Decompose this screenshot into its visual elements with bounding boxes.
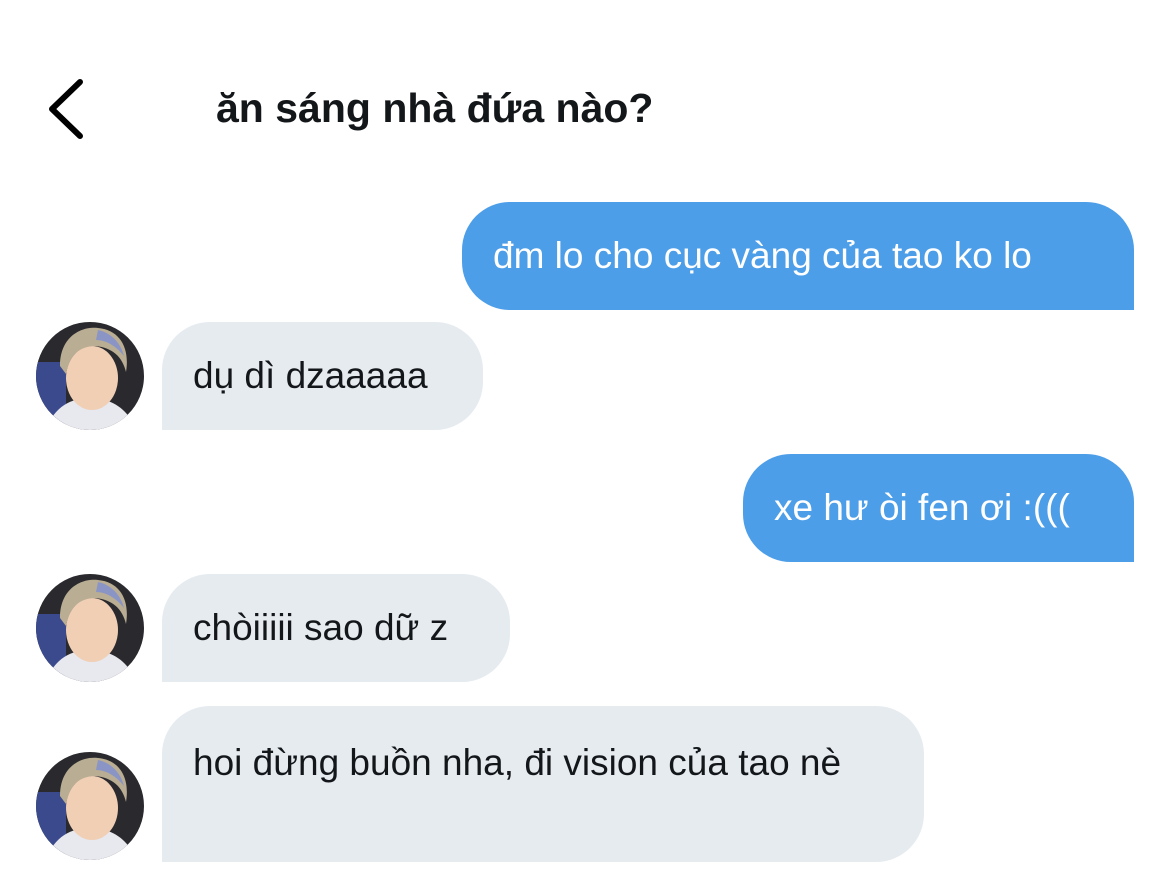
back-button[interactable] xyxy=(40,72,100,144)
avatar[interactable] xyxy=(36,322,144,430)
received-message-bubble[interactable]: chòiiiii sao dữ z xyxy=(162,574,510,682)
message-text: dụ dì dzaaaaa xyxy=(193,355,428,396)
message-text: chòiiiii sao dữ z xyxy=(193,607,449,648)
chat-title: ăn sáng nhà đứa nào? xyxy=(216,85,654,131)
chevron-left-icon xyxy=(49,79,83,139)
chat-screen: ăn sáng nhà đứa nào? đm lo cho cục vàng … xyxy=(0,0,1169,879)
avatar[interactable] xyxy=(36,752,144,860)
avatar[interactable] xyxy=(36,574,144,682)
received-message-bubble[interactable]: dụ dì dzaaaaa xyxy=(162,322,483,430)
message-text: đm lo cho cục vàng của tao ko lo xyxy=(493,235,1032,276)
message-text: hoi đừng buồn nha, đi vision của tao nè xyxy=(193,742,842,783)
message-text: xe hư òi fen ơi :((( xyxy=(774,487,1070,528)
sent-message-bubble[interactable]: xe hư òi fen ơi :((( xyxy=(743,454,1134,562)
received-message-bubble[interactable]: hoi đừng buồn nha, đi vision của tao nè xyxy=(162,706,924,862)
sent-message-bubble[interactable]: đm lo cho cục vàng của tao ko lo xyxy=(462,202,1134,310)
